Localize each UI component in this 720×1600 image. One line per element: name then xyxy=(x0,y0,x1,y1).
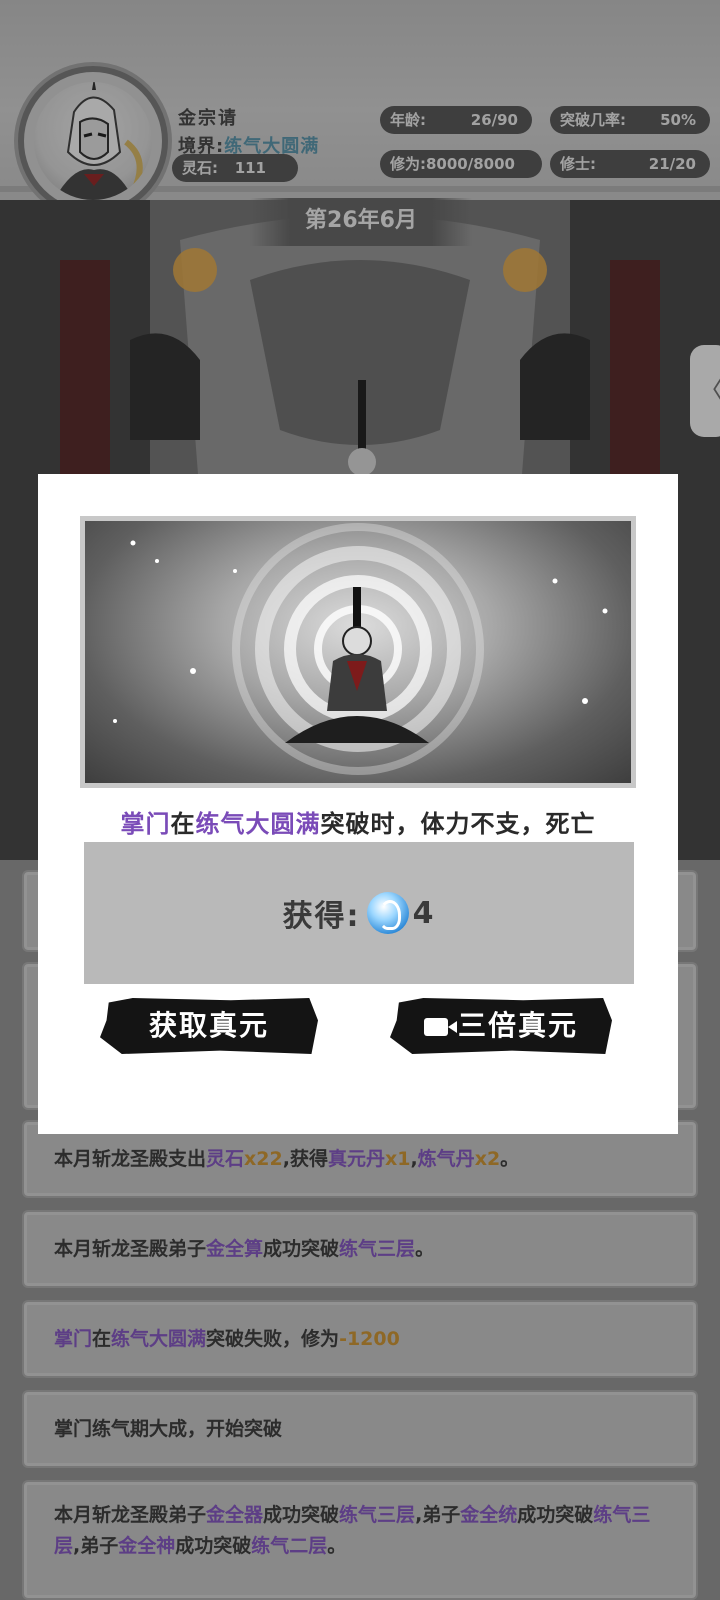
get-true-essence-label: 获取真元 xyxy=(148,1009,269,1042)
reward-panel: 获得: 4 xyxy=(84,842,634,984)
breakthrough-result-dialog: 掌门在练气大圆满突破时，体力不支，死亡 获得: 4 获取真元 三倍真元 xyxy=(38,474,678,1134)
get-true-essence-button[interactable]: 获取真元 xyxy=(100,998,318,1054)
vortex-illustration xyxy=(113,523,608,775)
triple-true-essence-button[interactable]: 三倍真元 xyxy=(390,998,612,1054)
video-ad-icon xyxy=(423,1018,457,1036)
meditation-vortex-image xyxy=(80,516,636,788)
true-essence-orb-icon xyxy=(366,892,409,934)
reward-amount: 4 xyxy=(412,895,436,931)
reward-label: 获得: xyxy=(282,899,361,934)
result-message: 掌门在练气大圆满突破时，体力不支，死亡 xyxy=(120,810,596,838)
triple-true-essence-label: 三倍真元 xyxy=(457,1009,578,1042)
